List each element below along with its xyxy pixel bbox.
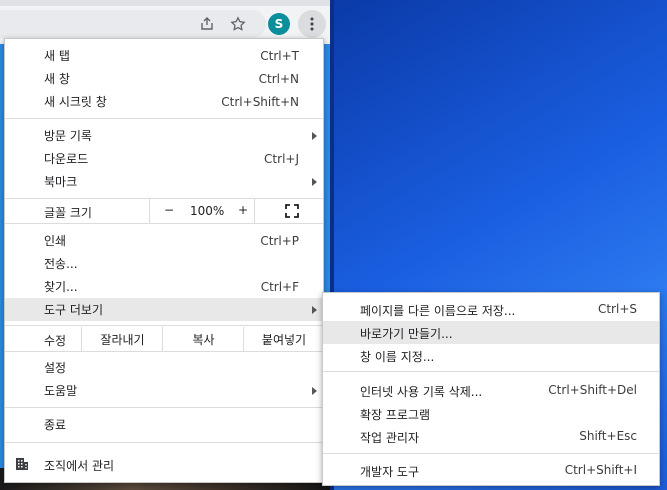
menu-divider <box>5 407 323 408</box>
menu-divider <box>5 223 323 224</box>
cut-button[interactable]: 잘라내기 <box>81 327 163 351</box>
menu-item-label: 도움말 <box>44 384 78 398</box>
profile-avatar[interactable]: S <box>268 13 290 35</box>
menu-item-more-tools[interactable]: 도구 더보기 <box>5 298 323 321</box>
submenu-item-label: 페이지를 다른 이름으로 저장... <box>360 304 516 318</box>
fullscreen-icon[interactable] <box>285 204 299 218</box>
submenu-item-label: 개발자 도구 <box>360 465 420 479</box>
menu-item-new-window[interactable]: 새 창 Ctrl+N <box>5 67 323 90</box>
menu-item-settings[interactable]: 설정 <box>5 356 323 379</box>
share-icon[interactable] <box>196 13 218 35</box>
zoom-controls: − 100% + <box>149 199 255 223</box>
submenu-item-shortcut: Ctrl+Shift+Del <box>548 383 637 397</box>
edit-label: 수정 <box>44 334 67 348</box>
submenu-item-shortcut: Shift+Esc <box>579 429 637 443</box>
submenu-arrow-icon <box>312 306 317 314</box>
submenu-item-shortcut: Ctrl+S <box>597 302 637 316</box>
menu-item-label: 방문 기록 <box>44 129 92 143</box>
menu-item-label: 종료 <box>44 418 67 432</box>
menu-item-label: 도구 더보기 <box>44 303 104 317</box>
menu-item-shortcut: Ctrl+F <box>260 279 299 294</box>
menu-item-exit[interactable]: 종료 <box>5 413 323 436</box>
menu-item-label: 새 창 <box>44 72 70 86</box>
submenu-item-task-manager[interactable]: 작업 관리자 Shift+Esc <box>323 425 659 448</box>
menu-item-label: 찾기... <box>44 280 78 294</box>
tab-strip-edge <box>0 0 330 6</box>
menu-item-label: 새 탭 <box>44 49 70 63</box>
paste-button[interactable]: 붙여넣기 <box>243 327 324 351</box>
star-icon[interactable] <box>227 13 249 35</box>
menu-item-label: 설정 <box>44 361 67 375</box>
menu-item-history[interactable]: 방문 기록 <box>5 124 323 147</box>
more-tools-submenu: 페이지를 다른 이름으로 저장... Ctrl+S 바로가기 만들기... 창 … <box>322 292 660 486</box>
submenu-item-clear-browsing-data[interactable]: 인터넷 사용 기록 삭제... Ctrl+Shift+Del <box>323 379 659 402</box>
submenu-divider <box>323 371 659 372</box>
managed-by-organization[interactable]: 조직에서 관리 <box>5 449 323 479</box>
submenu-item-developer-tools[interactable]: 개발자 도구 Ctrl+Shift+I <box>323 459 659 482</box>
submenu-arrow-icon <box>312 178 317 186</box>
menu-item-help[interactable]: 도움말 <box>5 379 323 402</box>
menu-divider <box>5 351 323 352</box>
edit-row: 수정 잘라내기 복사 붙여넣기 <box>5 327 323 351</box>
submenu-item-label: 작업 관리자 <box>360 431 420 445</box>
menu-item-shortcut: Ctrl+T <box>260 48 299 63</box>
zoom-level: 100% <box>190 204 225 218</box>
menu-item-new-tab[interactable]: 새 탭 Ctrl+T <box>5 44 323 67</box>
menu-item-label: 새 시크릿 창 <box>44 95 107 109</box>
submenu-item-name-window[interactable]: 창 이름 지정... <box>323 344 659 367</box>
kebab-menu-icon[interactable] <box>298 10 326 38</box>
menu-item-shortcut: Ctrl+N <box>258 71 299 86</box>
menu-item-cast[interactable]: 전송... <box>5 252 323 275</box>
menu-item-shortcut: Ctrl+J <box>264 151 299 166</box>
submenu-divider <box>323 453 659 454</box>
menu-item-shortcut: Ctrl+P <box>260 233 299 248</box>
zoom-in-button[interactable]: + <box>238 203 248 217</box>
submenu-item-label: 창 이름 지정... <box>360 350 435 364</box>
menu-item-new-incognito[interactable]: 새 시크릿 창 Ctrl+Shift+N <box>5 90 323 113</box>
menu-item-label: 인쇄 <box>44 234 67 248</box>
submenu-arrow-icon <box>312 132 317 140</box>
zoom-row: 글꼴 크기 − 100% + <box>5 199 323 223</box>
menu-item-label: 다운로드 <box>44 152 89 166</box>
submenu-item-label: 확장 프로그램 <box>360 408 431 422</box>
menu-item-label: 전송... <box>44 257 78 271</box>
menu-item-shortcut: Ctrl+Shift+N <box>221 94 299 109</box>
menu-divider <box>5 325 323 326</box>
menu-item-bookmarks[interactable]: 북마크 <box>5 170 323 193</box>
submenu-item-create-shortcut[interactable]: 바로가기 만들기... <box>323 321 659 344</box>
building-icon <box>15 457 29 471</box>
menu-divider <box>5 118 323 119</box>
copy-button[interactable]: 복사 <box>162 327 244 351</box>
managed-label: 조직에서 관리 <box>44 459 115 473</box>
submenu-item-label: 바로가기 만들기... <box>360 327 453 341</box>
menu-item-downloads[interactable]: 다운로드 Ctrl+J <box>5 147 323 170</box>
submenu-item-label: 인터넷 사용 기록 삭제... <box>360 385 483 399</box>
submenu-arrow-icon <box>312 387 317 395</box>
chrome-main-menu: 새 탭 Ctrl+T 새 창 Ctrl+N 새 시크릿 창 Ctrl+Shift… <box>4 38 324 483</box>
menu-item-label: 북마크 <box>44 175 78 189</box>
menu-divider <box>5 442 323 443</box>
submenu-item-shortcut: Ctrl+Shift+I <box>564 463 637 477</box>
zoom-label: 글꼴 크기 <box>44 206 92 220</box>
zoom-out-button[interactable]: − <box>164 203 174 217</box>
submenu-item-save-page[interactable]: 페이지를 다른 이름으로 저장... Ctrl+S <box>323 298 659 321</box>
menu-item-find[interactable]: 찾기... Ctrl+F <box>5 275 323 298</box>
submenu-item-extensions[interactable]: 확장 프로그램 <box>323 402 659 425</box>
menu-item-print[interactable]: 인쇄 Ctrl+P <box>5 229 323 252</box>
